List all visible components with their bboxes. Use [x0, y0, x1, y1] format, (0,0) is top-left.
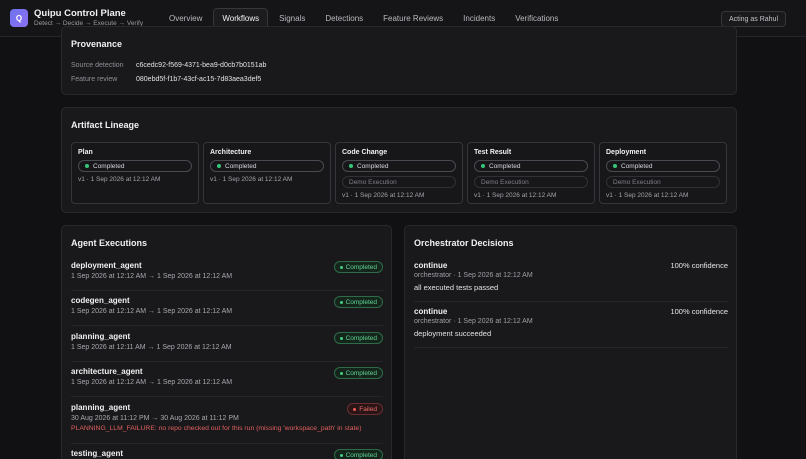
feature-review-value[interactable]: 080ebd5f-f1b7-43cf-ac15-7d83aea3def5: [136, 76, 261, 83]
status-dot-icon: [85, 164, 89, 168]
artifact-lineage-title: Artifact Lineage: [71, 120, 140, 130]
stage-execution[interactable]: Demo Execution: [606, 176, 720, 188]
orchestrator-decisions-card: Orchestrator Decisions continue 100% con…: [404, 225, 737, 459]
execution-row[interactable]: architecture_agent 1 Sep 2026 at 12:12 A…: [71, 362, 383, 397]
status-badge: Completed: [333, 367, 383, 379]
stage-meta: v1 · 1 Sep 2026 at 12:12 AM: [78, 176, 161, 183]
feature-review-label: Feature review: [71, 76, 118, 83]
stage-meta: v1 · 1 Sep 2026 at 12:12 AM: [342, 192, 425, 199]
agent-executions-card: Agent Executions deployment_agent 1 Sep …: [61, 225, 392, 459]
execution-error: PLANNING_LLM_FAILURE: no repo checked ou…: [71, 425, 362, 432]
stage-meta: v1 · 1 Sep 2026 at 12:12 AM: [606, 192, 689, 199]
status-badge: Completed: [333, 296, 383, 308]
stage-deployment[interactable]: Deployment Completed Demo Execution v1 ·…: [599, 142, 727, 204]
stage-status: Completed: [78, 160, 192, 172]
status-badge: Completed: [333, 449, 383, 459]
brand: Quipu Control Plane Detect → Decide → Ex…: [34, 7, 143, 28]
stage-execution[interactable]: Demo Execution: [474, 176, 588, 188]
provenance-title: Provenance: [71, 39, 123, 49]
stage-name: Code Change: [342, 149, 388, 156]
stage-code-change[interactable]: Code Change Completed Demo Execution v1 …: [335, 142, 463, 204]
stage-name: Deployment: [606, 149, 647, 156]
decision-confidence: 100% confidence: [670, 307, 728, 316]
status-dot-icon: [353, 407, 357, 411]
execution-row[interactable]: deployment_agent 1 Sep 2026 at 12:12 AM …: [71, 256, 383, 291]
status-dot-icon: [349, 164, 353, 168]
source-detection-row: Source detection c6cedc92-f569-4371-bea9-…: [71, 62, 266, 69]
stage-status: Completed: [474, 160, 588, 172]
status-dot-icon: [339, 371, 343, 375]
status-dot-icon: [339, 336, 343, 340]
execution-agent: architecture_agent: [71, 367, 143, 376]
stage-name: Plan: [78, 149, 93, 156]
decision-row[interactable]: continue 100% confidence orchestrator · …: [414, 257, 728, 302]
app-logo[interactable]: Q: [10, 9, 28, 27]
stage-execution[interactable]: Demo Execution: [342, 176, 456, 188]
decision-meta: orchestrator · 1 Sep 2026 at 12:12 AM: [414, 318, 533, 325]
execution-agent: planning_agent: [71, 403, 131, 412]
decision-reason: deployment succeeded: [414, 329, 492, 338]
stage-architecture[interactable]: Architecture Completed v1 · 1 Sep 2026 a…: [203, 142, 331, 204]
page-scrollbar[interactable]: [801, 38, 805, 458]
decision-reason: all executed tests passed: [414, 283, 499, 292]
execution-row[interactable]: planning_agent 1 Sep 2026 at 12:11 AM → …: [71, 327, 383, 362]
execution-row[interactable]: testing_agent Completed: [71, 444, 383, 459]
decision-action: continue: [414, 261, 448, 270]
status-badge: Completed: [333, 261, 383, 273]
stage-status: Completed: [606, 160, 720, 172]
execution-row[interactable]: codegen_agent 1 Sep 2026 at 12:12 AM → 1…: [71, 291, 383, 326]
status-dot-icon: [339, 453, 343, 457]
execution-agent: planning_agent: [71, 332, 131, 341]
status-dot-icon: [481, 164, 485, 168]
execution-agent: deployment_agent: [71, 261, 142, 270]
feature-review-row: Feature review 080ebd5f-f1b7-43cf-ac15-7d…: [71, 76, 261, 83]
app-title: Quipu Control Plane: [34, 7, 126, 19]
stage-name: Architecture: [210, 149, 252, 156]
decision-meta: orchestrator · 1 Sep 2026 at 12:12 AM: [414, 272, 533, 279]
execution-time: 1 Sep 2026 at 12:12 AM → 1 Sep 2026 at 1…: [71, 273, 233, 280]
execution-time: 1 Sep 2026 at 12:11 AM → 1 Sep 2026 at 1…: [71, 344, 232, 351]
stage-meta: v1 · 1 Sep 2026 at 12:12 AM: [210, 176, 293, 183]
status-dot-icon: [339, 265, 343, 269]
stage-status: Completed: [342, 160, 456, 172]
stage-name: Test Result: [474, 149, 512, 156]
status-badge: Completed: [333, 332, 383, 344]
decision-confidence: 100% confidence: [670, 261, 728, 270]
decision-row[interactable]: continue 100% confidence orchestrator · …: [414, 303, 728, 348]
status-badge: Failed: [347, 403, 383, 415]
decision-action: continue: [414, 307, 448, 316]
stage-status: Completed: [210, 160, 324, 172]
execution-agent: testing_agent: [71, 449, 124, 458]
execution-time: 1 Sep 2026 at 12:12 AM → 1 Sep 2026 at 1…: [71, 308, 233, 315]
stage-test-result[interactable]: Test Result Completed Demo Execution v1 …: [467, 142, 595, 204]
execution-row[interactable]: planning_agent 30 Aug 2026 at 11:12 PM →…: [71, 398, 383, 444]
execution-agent: codegen_agent: [71, 296, 130, 305]
stage-plan[interactable]: Plan Completed v1 · 1 Sep 2026 at 12:12 …: [71, 142, 199, 204]
acting-as-button[interactable]: Acting as Rahul: [720, 11, 786, 27]
provenance-card: Provenance Source detection c6cedc92-f569…: [61, 26, 737, 95]
source-detection-label: Source detection: [71, 62, 124, 69]
agent-executions-title: Agent Executions: [71, 238, 148, 248]
orchestrator-decisions-title: Orchestrator Decisions: [414, 238, 514, 248]
stage-meta: v1 · 1 Sep 2026 at 12:12 AM: [474, 192, 557, 199]
execution-time: 1 Sep 2026 at 12:12 AM → 1 Sep 2026 at 1…: [71, 379, 233, 386]
status-dot-icon: [339, 300, 343, 304]
status-dot-icon: [613, 164, 617, 168]
artifact-lineage-card: Artifact Lineage Plan Completed v1 · 1 S…: [61, 107, 737, 213]
status-dot-icon: [217, 164, 221, 168]
execution-time: 30 Aug 2026 at 11:12 PM → 30 Aug 2026 at…: [71, 415, 239, 422]
source-detection-value[interactable]: c6cedc92-f569-4371-bea9-d0cb7b0151ab: [136, 62, 266, 69]
